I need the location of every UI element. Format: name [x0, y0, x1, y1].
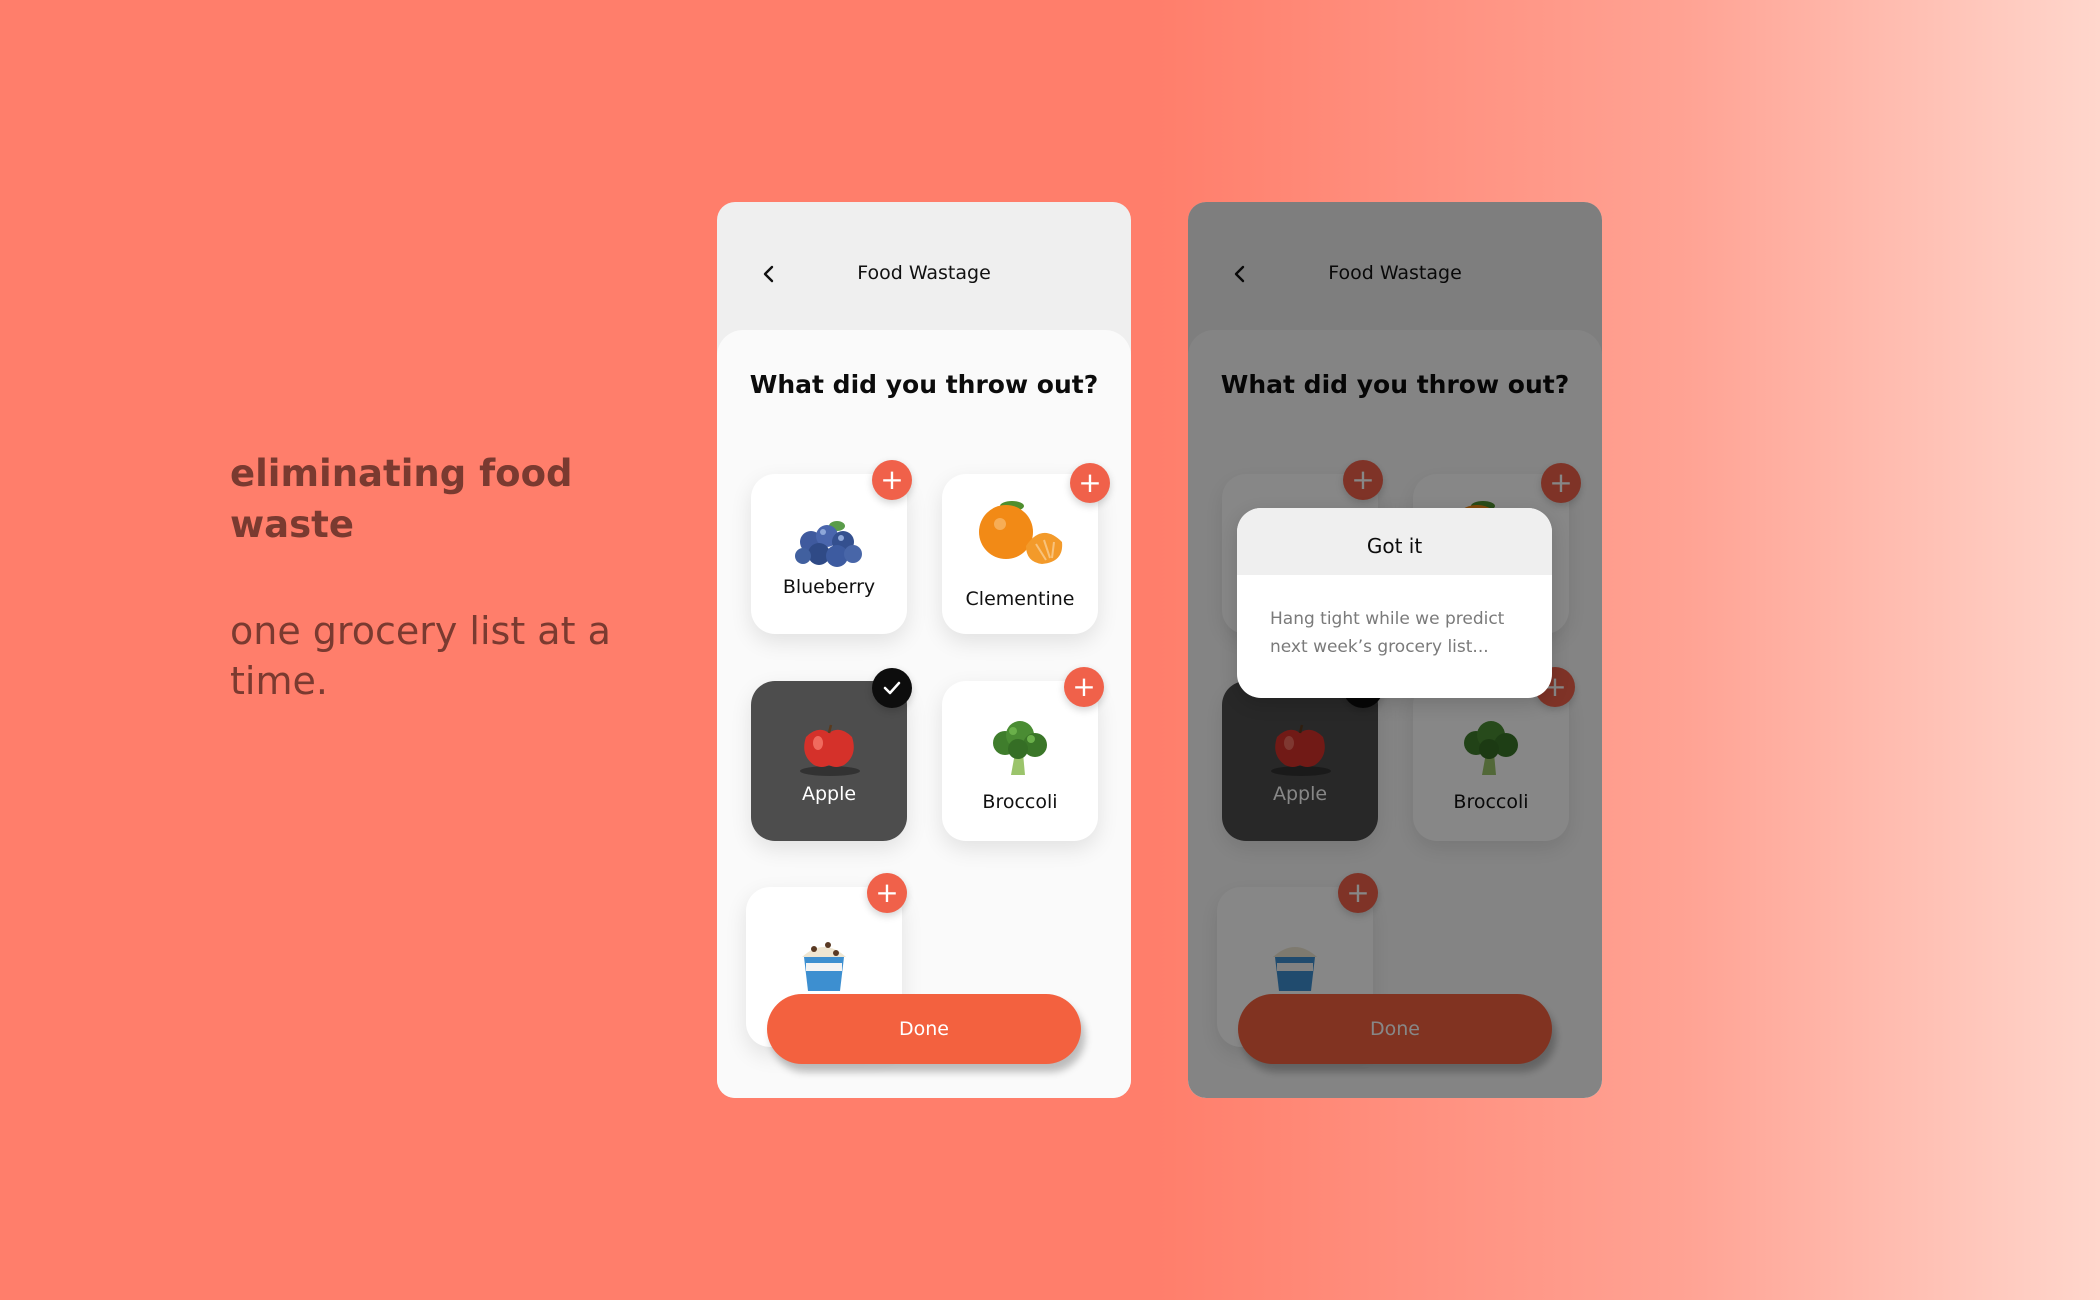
prediction-dialog: Got it Hang tight while we predict next …: [1237, 508, 1552, 698]
broccoli-icon: [993, 721, 1047, 775]
ice-cream-icon: [802, 942, 846, 991]
add-broccoli-button[interactable]: +: [1064, 667, 1104, 707]
blueberry-icon: [795, 521, 862, 567]
tagline: eliminating food waste one grocery list …: [230, 448, 650, 706]
food-card-label: Broccoli: [982, 791, 1058, 813]
food-card-clementine[interactable]: Clementine: [942, 474, 1098, 634]
screen-header: Food Wastage: [717, 202, 1131, 330]
dialog-title[interactable]: Got it: [1237, 508, 1552, 575]
content-sheet: What did you throw out? Blueberry + Clem…: [717, 330, 1131, 1098]
food-card-label: Blueberry: [782, 576, 876, 598]
selected-check-badge[interactable]: [872, 668, 912, 708]
apple-icon: [800, 724, 860, 776]
food-card-label: Clementine: [965, 588, 1075, 610]
phone-screen-confirmation: Food Wastage What did you throw out? Blu…: [1188, 202, 1602, 1098]
tagline-subline: one grocery list at a time.: [230, 609, 611, 703]
done-button[interactable]: Done: [767, 994, 1081, 1064]
food-card-label: Apple: [801, 783, 857, 805]
phone-screen-item-selection: Food Wastage What did you throw out? Blu…: [717, 202, 1131, 1098]
add-blueberry-button[interactable]: +: [872, 460, 912, 500]
add-clementine-button[interactable]: +: [1070, 463, 1110, 503]
dialog-message: Hang tight while we predict next week’s …: [1270, 609, 1505, 657]
question-heading: What did you throw out?: [749, 370, 1099, 399]
check-icon: [883, 681, 901, 695]
clementine-icon: [979, 501, 1063, 564]
screen-title: Food Wastage: [857, 262, 991, 284]
add-ice-cream-button[interactable]: +: [867, 873, 907, 913]
tagline-headline: eliminating food waste: [230, 452, 573, 546]
